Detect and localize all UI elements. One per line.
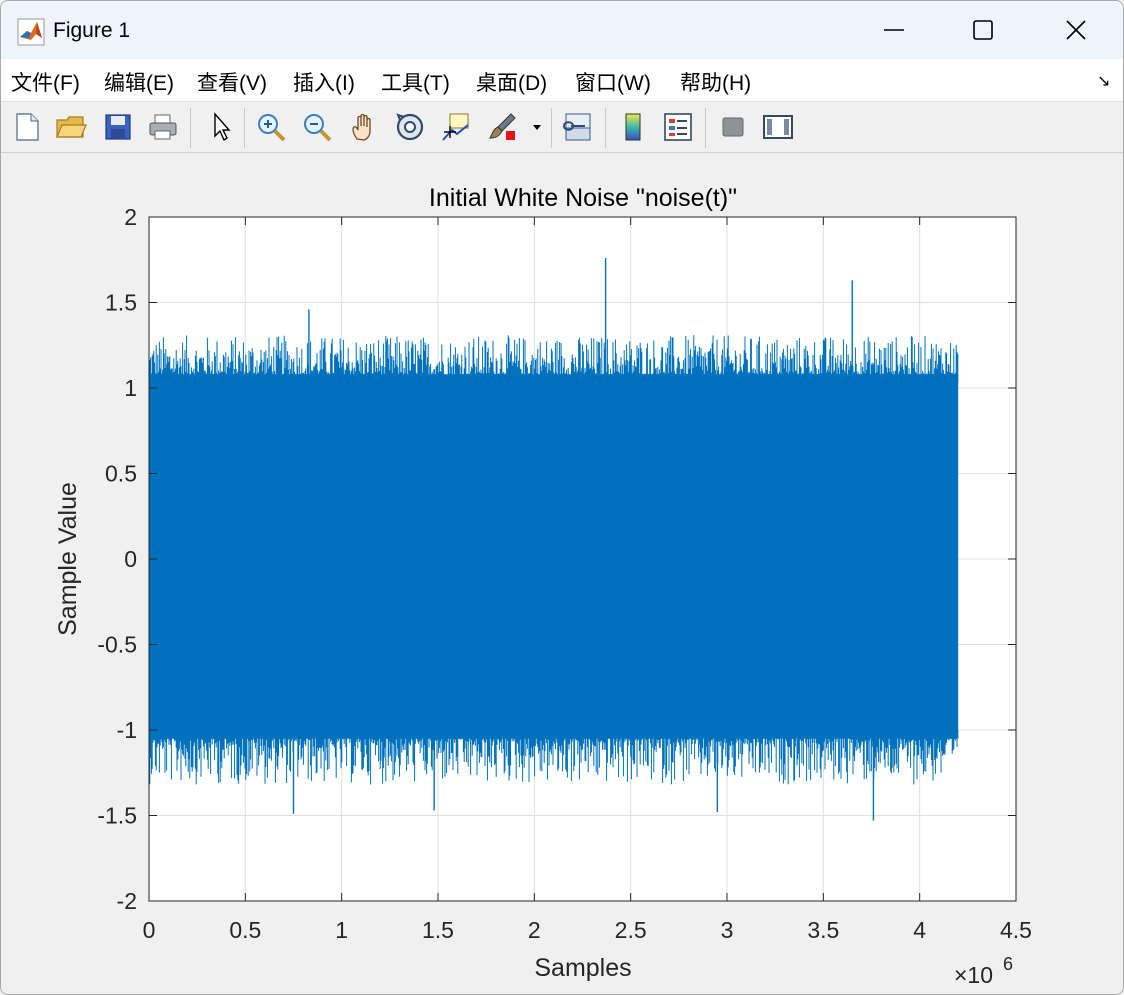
y-tick-label: -0.5 [97, 632, 137, 658]
plot-title: Initial White Noise "noise(t)" [429, 184, 737, 212]
insert-legend-icon [664, 113, 692, 141]
rotate-3d-icon [396, 113, 424, 141]
x-tick-label: 3.5 [807, 917, 839, 943]
noise-plot[interactable]: 0 0.5 1 1.5 2 2.5 3 3.5 4 4.5 2 1.5 1 0.5 0 -0.5 -1 -1.5… [1, 153, 1123, 994]
figure-canvas[interactable]: 0 0.5 1 1.5 2 2.5 3 3.5 4 4.5 2 1.5 1 0.5 0 -0.5 -1 -1.5… [1, 153, 1123, 994]
open-file-button[interactable] [53, 108, 89, 146]
zoom-in-button[interactable] [253, 108, 289, 146]
y-tick-label: -1 [117, 717, 137, 743]
edit-plot-icon [214, 112, 231, 142]
y-tick-label: -1.5 [97, 803, 137, 829]
hide-plot-tools-icon [722, 117, 744, 137]
minimize-icon [884, 29, 904, 31]
x-tick-label: 2 [528, 917, 541, 943]
x-tick-label: 0.5 [229, 917, 261, 943]
dock-arrow-icon[interactable]: ↘ [1097, 71, 1110, 91]
hide-plot-tools-button[interactable] [715, 108, 751, 146]
x-tick-labels: 0 0.5 1 1.5 2 2.5 3 3.5 4 4.5 [143, 917, 1032, 943]
open-file-icon [56, 116, 87, 138]
show-plot-tools-icon [763, 115, 793, 139]
y-tick-label: 2 [124, 204, 137, 230]
x-exponent-power: 6 [1003, 954, 1013, 974]
figure-window: Figure 1 文件(F) 编辑(E) 查看(V) 插入(I) 工具(T) 桌… [0, 0, 1124, 995]
x-tick-label: 3 [721, 917, 734, 943]
x-exponent-base: ×10 [954, 962, 993, 988]
print-figure-icon [149, 114, 177, 140]
title-bar[interactable]: Figure 1 [1, 1, 1123, 59]
y-tick-label: 0.5 [105, 461, 137, 487]
x-tick-label: 4.5 [1000, 917, 1032, 943]
menu-tools[interactable]: 工具(T) [381, 67, 450, 97]
menu-edit[interactable]: 编辑(E) [104, 67, 174, 97]
x-tick-label: 4 [913, 917, 926, 943]
print-figure-button[interactable] [145, 108, 181, 146]
toolbar-separator [705, 108, 706, 148]
window-title: Figure 1 [53, 19, 131, 42]
toolbar-separator [244, 108, 245, 148]
matlab-icon [17, 18, 45, 46]
menu-desktop[interactable]: 桌面(D) [476, 67, 547, 97]
brush-dropdown-icon [533, 125, 541, 130]
y-tick-label: -2 [117, 888, 137, 914]
y-tick-labels: 2 1.5 1 0.5 0 -0.5 -1 -1.5 -2 [97, 204, 137, 914]
x-tick-label: 2.5 [615, 917, 647, 943]
y-axis-label: Sample Value [54, 482, 82, 636]
minimize-button[interactable] [847, 1, 941, 59]
x-axis-label: Samples [534, 954, 631, 982]
zoom-out-button[interactable] [299, 108, 335, 146]
y-tick-label: 1.5 [105, 290, 137, 316]
zoom-out-icon [304, 114, 332, 142]
close-button[interactable] [1029, 1, 1123, 59]
figure-toolbar [1, 102, 1123, 153]
x-tick-label: 1 [335, 917, 348, 943]
menu-file[interactable]: 文件(F) [11, 67, 80, 97]
maximize-button[interactable] [936, 1, 1030, 59]
menu-insert[interactable]: 插入(I) [293, 67, 355, 97]
brush-icon [489, 113, 516, 140]
insert-colorbar-button[interactable] [615, 108, 651, 146]
rotate-3d-button[interactable] [392, 108, 428, 146]
link-plot-icon [562, 113, 591, 141]
toolbar-separator [551, 108, 552, 148]
pan-icon [352, 113, 371, 141]
insert-legend-button[interactable] [660, 108, 696, 146]
zoom-in-icon [258, 114, 286, 142]
menu-view[interactable]: 查看(V) [197, 67, 267, 97]
close-icon [1066, 20, 1086, 40]
toolbar-separator [190, 108, 191, 148]
brush-dropdown-button[interactable] [527, 108, 547, 146]
edit-plot-button[interactable] [202, 108, 238, 146]
link-plot-button[interactable] [560, 108, 596, 146]
y-tick-label: 1 [124, 375, 137, 401]
toolbar-separator [605, 108, 606, 148]
x-tick-label: 0 [143, 917, 156, 943]
data-cursor-icon [442, 113, 469, 141]
save-figure-icon [105, 114, 131, 140]
noise-dense-band [149, 374, 959, 739]
save-figure-button[interactable] [100, 108, 136, 146]
x-tick-label: 1.5 [422, 917, 454, 943]
menu-bar: 文件(F) 编辑(E) 查看(V) 插入(I) 工具(T) 桌面(D) 窗口(W… [1, 59, 1123, 102]
pan-button[interactable] [346, 108, 382, 146]
maximize-icon [973, 20, 993, 40]
insert-colorbar-icon [625, 113, 641, 141]
menu-window[interactable]: 窗口(W) [575, 67, 651, 97]
brush-button[interactable] [485, 108, 521, 146]
show-plot-tools-button[interactable] [760, 108, 796, 146]
data-cursor-button[interactable] [438, 108, 474, 146]
y-tick-label: 0 [124, 546, 137, 572]
new-figure-icon [16, 113, 39, 141]
new-figure-button[interactable] [9, 108, 45, 146]
menu-help[interactable]: 帮助(H) [680, 67, 751, 97]
